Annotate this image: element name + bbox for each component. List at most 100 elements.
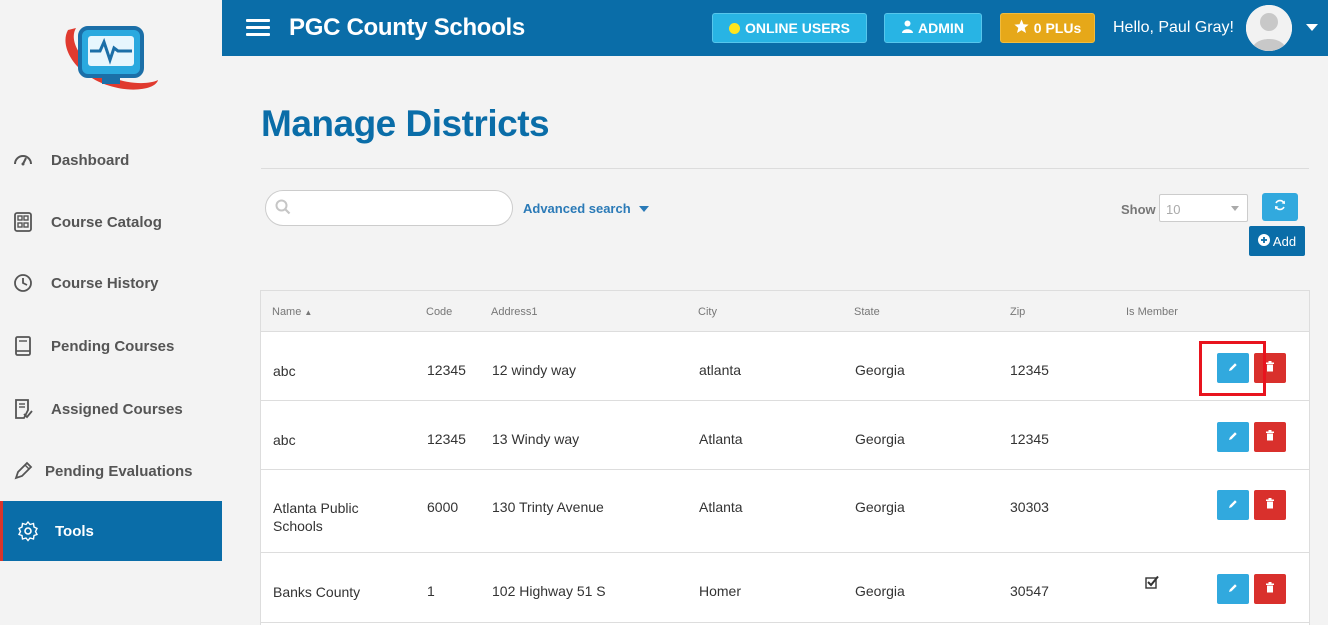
cell-name: Atlanta Public Schools xyxy=(273,500,359,534)
user-menu-caret-icon[interactable] xyxy=(1306,24,1318,31)
star-icon xyxy=(1014,19,1029,37)
avatar[interactable] xyxy=(1246,5,1292,51)
advanced-search-label: Advanced search xyxy=(523,201,631,216)
delete-button[interactable] xyxy=(1254,574,1286,604)
history-icon xyxy=(12,272,34,294)
user-name: Paul Gray! xyxy=(1158,19,1234,36)
cell-code: 12345 xyxy=(427,431,466,447)
top-header: PGC County Schools ONLINE USERS ADMIN 0 … xyxy=(222,0,1328,56)
cell-name: Banks County xyxy=(273,584,361,600)
sidebar-item-course-catalog[interactable]: Course Catalog xyxy=(0,192,222,252)
delete-button[interactable] xyxy=(1254,422,1286,452)
online-users-button[interactable]: ONLINE USERS xyxy=(712,13,867,43)
cell-address: 12 windy way xyxy=(492,362,577,378)
cell-address: 102 Highway 51 S xyxy=(492,583,606,599)
gear-icon xyxy=(17,520,39,542)
table-header: Name ▲ Code Address1 City State Zip Is M… xyxy=(261,291,1309,332)
column-header-zip[interactable]: Zip xyxy=(1010,306,1025,318)
refresh-button[interactable] xyxy=(1262,193,1298,221)
cell-zip: 12345 xyxy=(1010,362,1049,378)
sidebar-item-dashboard[interactable]: Dashboard xyxy=(0,130,222,190)
sidebar-item-assigned-courses[interactable]: Assigned Courses xyxy=(0,379,222,439)
table-row: Banks County 1 102 Highway 51 S Homer Ge… xyxy=(261,553,1309,623)
greeting-prefix: Hello, xyxy=(1113,19,1154,36)
cell-state: Georgia xyxy=(855,583,905,599)
delete-button[interactable] xyxy=(1254,490,1286,520)
sidebar-item-pending-evaluations[interactable]: Pending Evaluations xyxy=(0,441,222,501)
assigned-icon xyxy=(12,398,34,420)
pencil-icon xyxy=(1228,580,1238,598)
page-size-select[interactable]: 10 xyxy=(1159,194,1248,222)
advanced-search-toggle[interactable]: Advanced search xyxy=(523,201,649,216)
online-dot-icon xyxy=(728,22,740,34)
column-header-code[interactable]: Code xyxy=(426,306,452,318)
admin-label: ADMIN xyxy=(918,20,964,36)
search-icon xyxy=(275,199,291,220)
edit-button[interactable] xyxy=(1217,490,1249,520)
sidebar-item-label: Course History xyxy=(51,274,159,292)
edit-button[interactable] xyxy=(1217,422,1249,452)
app-title: PGC County Schools xyxy=(289,14,525,41)
pencil-icon xyxy=(12,460,34,482)
sidebar: Dashboard Course Catalog Course History … xyxy=(0,0,222,625)
sidebar-item-label: Tools xyxy=(55,522,94,540)
cell-city: Atlanta xyxy=(699,431,743,447)
cell-name: abc xyxy=(273,432,296,448)
cell-city: Homer xyxy=(699,583,742,599)
plus-circle-icon xyxy=(1257,233,1270,249)
sort-asc-icon: ▲ xyxy=(304,308,313,317)
book-icon xyxy=(12,335,34,357)
hamburger-menu-icon[interactable] xyxy=(246,19,270,37)
highlight-box xyxy=(1199,341,1266,396)
cell-code: 1 xyxy=(427,583,435,599)
add-button[interactable]: Add xyxy=(1249,226,1305,256)
page-size-value: 10 xyxy=(1166,202,1181,217)
trash-icon xyxy=(1265,580,1275,598)
sidebar-item-label: Course Catalog xyxy=(51,213,162,231)
plus-label: 0 PLUs xyxy=(1033,20,1082,36)
cell-zip: 30547 xyxy=(1010,583,1049,599)
trash-icon xyxy=(1265,359,1275,377)
column-header-is-member[interactable]: Is Member xyxy=(1126,306,1178,318)
sidebar-item-tools[interactable]: Tools xyxy=(0,501,222,561)
member-check-icon xyxy=(1145,575,1159,594)
trash-icon xyxy=(1265,496,1275,514)
sidebar-item-label: Pending Evaluations xyxy=(45,462,193,480)
column-header-name[interactable]: Name ▲ xyxy=(272,306,312,318)
chevron-down-icon xyxy=(1231,206,1239,211)
show-label: Show xyxy=(1121,202,1156,217)
plus-button[interactable]: 0 PLUs xyxy=(1000,13,1095,43)
cell-city: Atlanta xyxy=(699,499,743,515)
greeting: Hello, Paul Gray! xyxy=(1113,19,1234,37)
add-label: Add xyxy=(1272,233,1297,249)
cell-city: atlanta xyxy=(699,362,742,378)
cell-code: 12345 xyxy=(427,362,466,378)
page-title: Manage Districts xyxy=(261,103,550,144)
column-header-state[interactable]: State xyxy=(854,306,880,318)
search-box[interactable] xyxy=(265,190,513,226)
admin-button[interactable]: ADMIN xyxy=(884,13,982,43)
districts-table: Name ▲ Code Address1 City State Zip Is M… xyxy=(260,290,1310,625)
cell-state: Georgia xyxy=(855,362,905,378)
cell-name: abc xyxy=(273,363,296,379)
cell-code: 6000 xyxy=(427,499,459,515)
table-row: Atlanta Public Schools 6000 130 Trinty A… xyxy=(261,470,1309,553)
sidebar-item-label: Dashboard xyxy=(51,151,130,169)
pencil-icon xyxy=(1228,428,1238,446)
sidebar-item-pending-courses[interactable]: Pending Courses xyxy=(0,316,222,376)
column-header-address[interactable]: Address1 xyxy=(491,306,537,318)
caret-down-icon xyxy=(638,205,649,212)
edit-button[interactable] xyxy=(1217,574,1249,604)
user-icon xyxy=(902,20,914,36)
refresh-icon xyxy=(1274,198,1286,216)
online-users-label: ONLINE USERS xyxy=(744,20,850,36)
logo-icon xyxy=(58,18,162,98)
column-header-city[interactable]: City xyxy=(698,306,717,318)
cell-zip: 12345 xyxy=(1010,431,1049,447)
pencil-icon xyxy=(1228,496,1238,514)
gauge-icon xyxy=(12,149,34,171)
search-input[interactable] xyxy=(298,197,503,219)
sidebar-item-course-history[interactable]: Course History xyxy=(0,253,222,313)
cell-address: 13 Windy way xyxy=(492,431,580,447)
sidebar-item-label: Pending Courses xyxy=(51,337,175,355)
